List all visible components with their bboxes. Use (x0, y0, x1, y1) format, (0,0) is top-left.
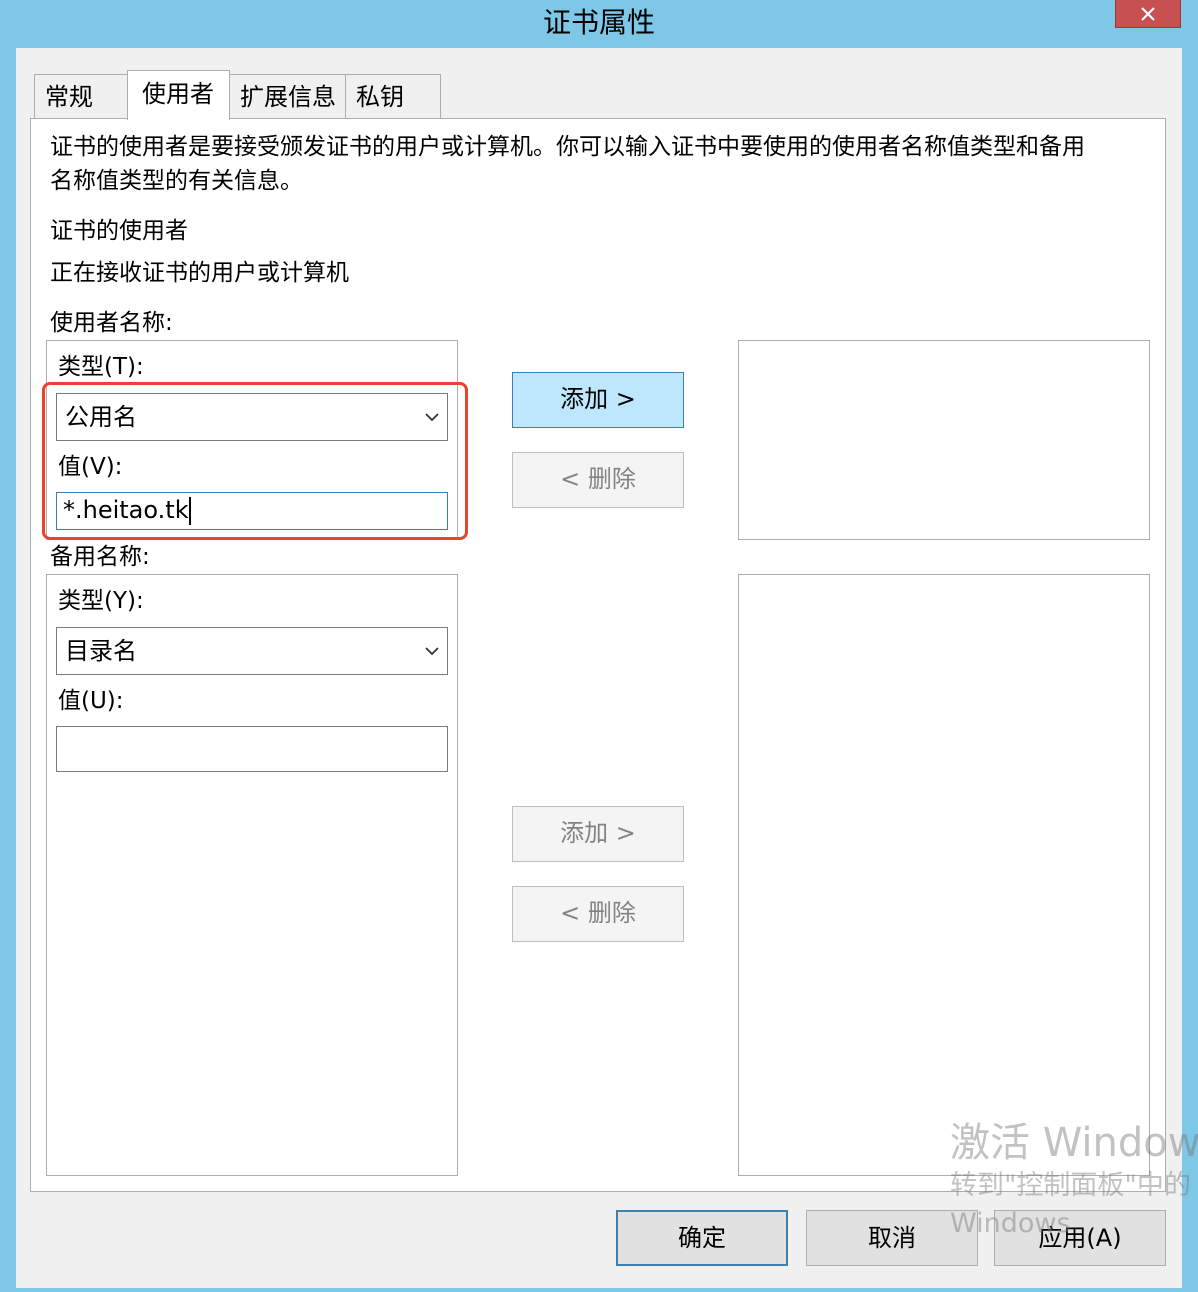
tab-extensions[interactable]: 扩展信息 (229, 74, 346, 118)
tab-label: 使用者 (142, 80, 214, 108)
alt-value-label: 值(U): (58, 688, 124, 714)
activation-watermark-line3: Windows (950, 1208, 1071, 1239)
close-icon (1141, 6, 1155, 21)
intro-text-line1: 证书的使用者是要接受颁发证书的用户或计算机。你可以输入证书中要使用的使用者名称值… (50, 134, 1085, 160)
close-button[interactable] (1115, 0, 1181, 28)
alt-add-button[interactable]: 添加 > (512, 806, 684, 862)
subject-add-button[interactable]: 添加 > (512, 372, 684, 428)
alt-name-list[interactable] (738, 574, 1150, 1176)
intro-text-line2: 名称值类型的有关信息。 (50, 168, 303, 194)
alt-type-select[interactable]: 目录名 (56, 627, 448, 675)
alt-type-label: 类型(Y): (58, 588, 144, 614)
tab-private-key[interactable]: 私钥 (345, 74, 441, 118)
subject-type-select[interactable]: 公用名 (56, 393, 448, 441)
tab-label: 常规 (45, 83, 93, 111)
subject-remove-button[interactable]: < 删除 (512, 452, 684, 508)
tab-label: 私钥 (356, 83, 404, 111)
activation-watermark-title: 激活 Windows (950, 1120, 1198, 1166)
tab-general[interactable]: 常规 (34, 74, 128, 118)
subject-name-list[interactable] (738, 340, 1150, 540)
subject-value-label: 值(V): (58, 454, 123, 480)
alt-name-label: 备用名称: (50, 544, 150, 570)
subject-heading: 证书的使用者 (50, 218, 188, 244)
subject-type-label: 类型(T): (58, 354, 144, 380)
subject-value-input[interactable]: *.heitao.tk (56, 492, 448, 530)
subject-type-selected: 公用名 (65, 403, 137, 431)
alt-type-selected: 目录名 (65, 637, 137, 665)
ok-button[interactable]: 确定 (616, 1210, 788, 1266)
subject-value-text: *.heitao.tk (63, 496, 189, 524)
text-caret (188, 497, 191, 525)
activation-watermark-line2: 转到"控制面板"中的 (950, 1170, 1191, 1201)
tab-subject[interactable]: 使用者 (127, 70, 230, 120)
window-title: 证书属性 (542, 6, 655, 39)
tab-label: 扩展信息 (240, 83, 336, 111)
alt-value-input[interactable] (56, 726, 448, 772)
chevron-down-icon (425, 647, 439, 656)
subject-name-label: 使用者名称: (50, 310, 173, 336)
alt-remove-button[interactable]: < 删除 (512, 886, 684, 942)
chevron-down-icon (425, 413, 439, 422)
subject-description: 正在接收证书的用户或计算机 (50, 260, 349, 286)
